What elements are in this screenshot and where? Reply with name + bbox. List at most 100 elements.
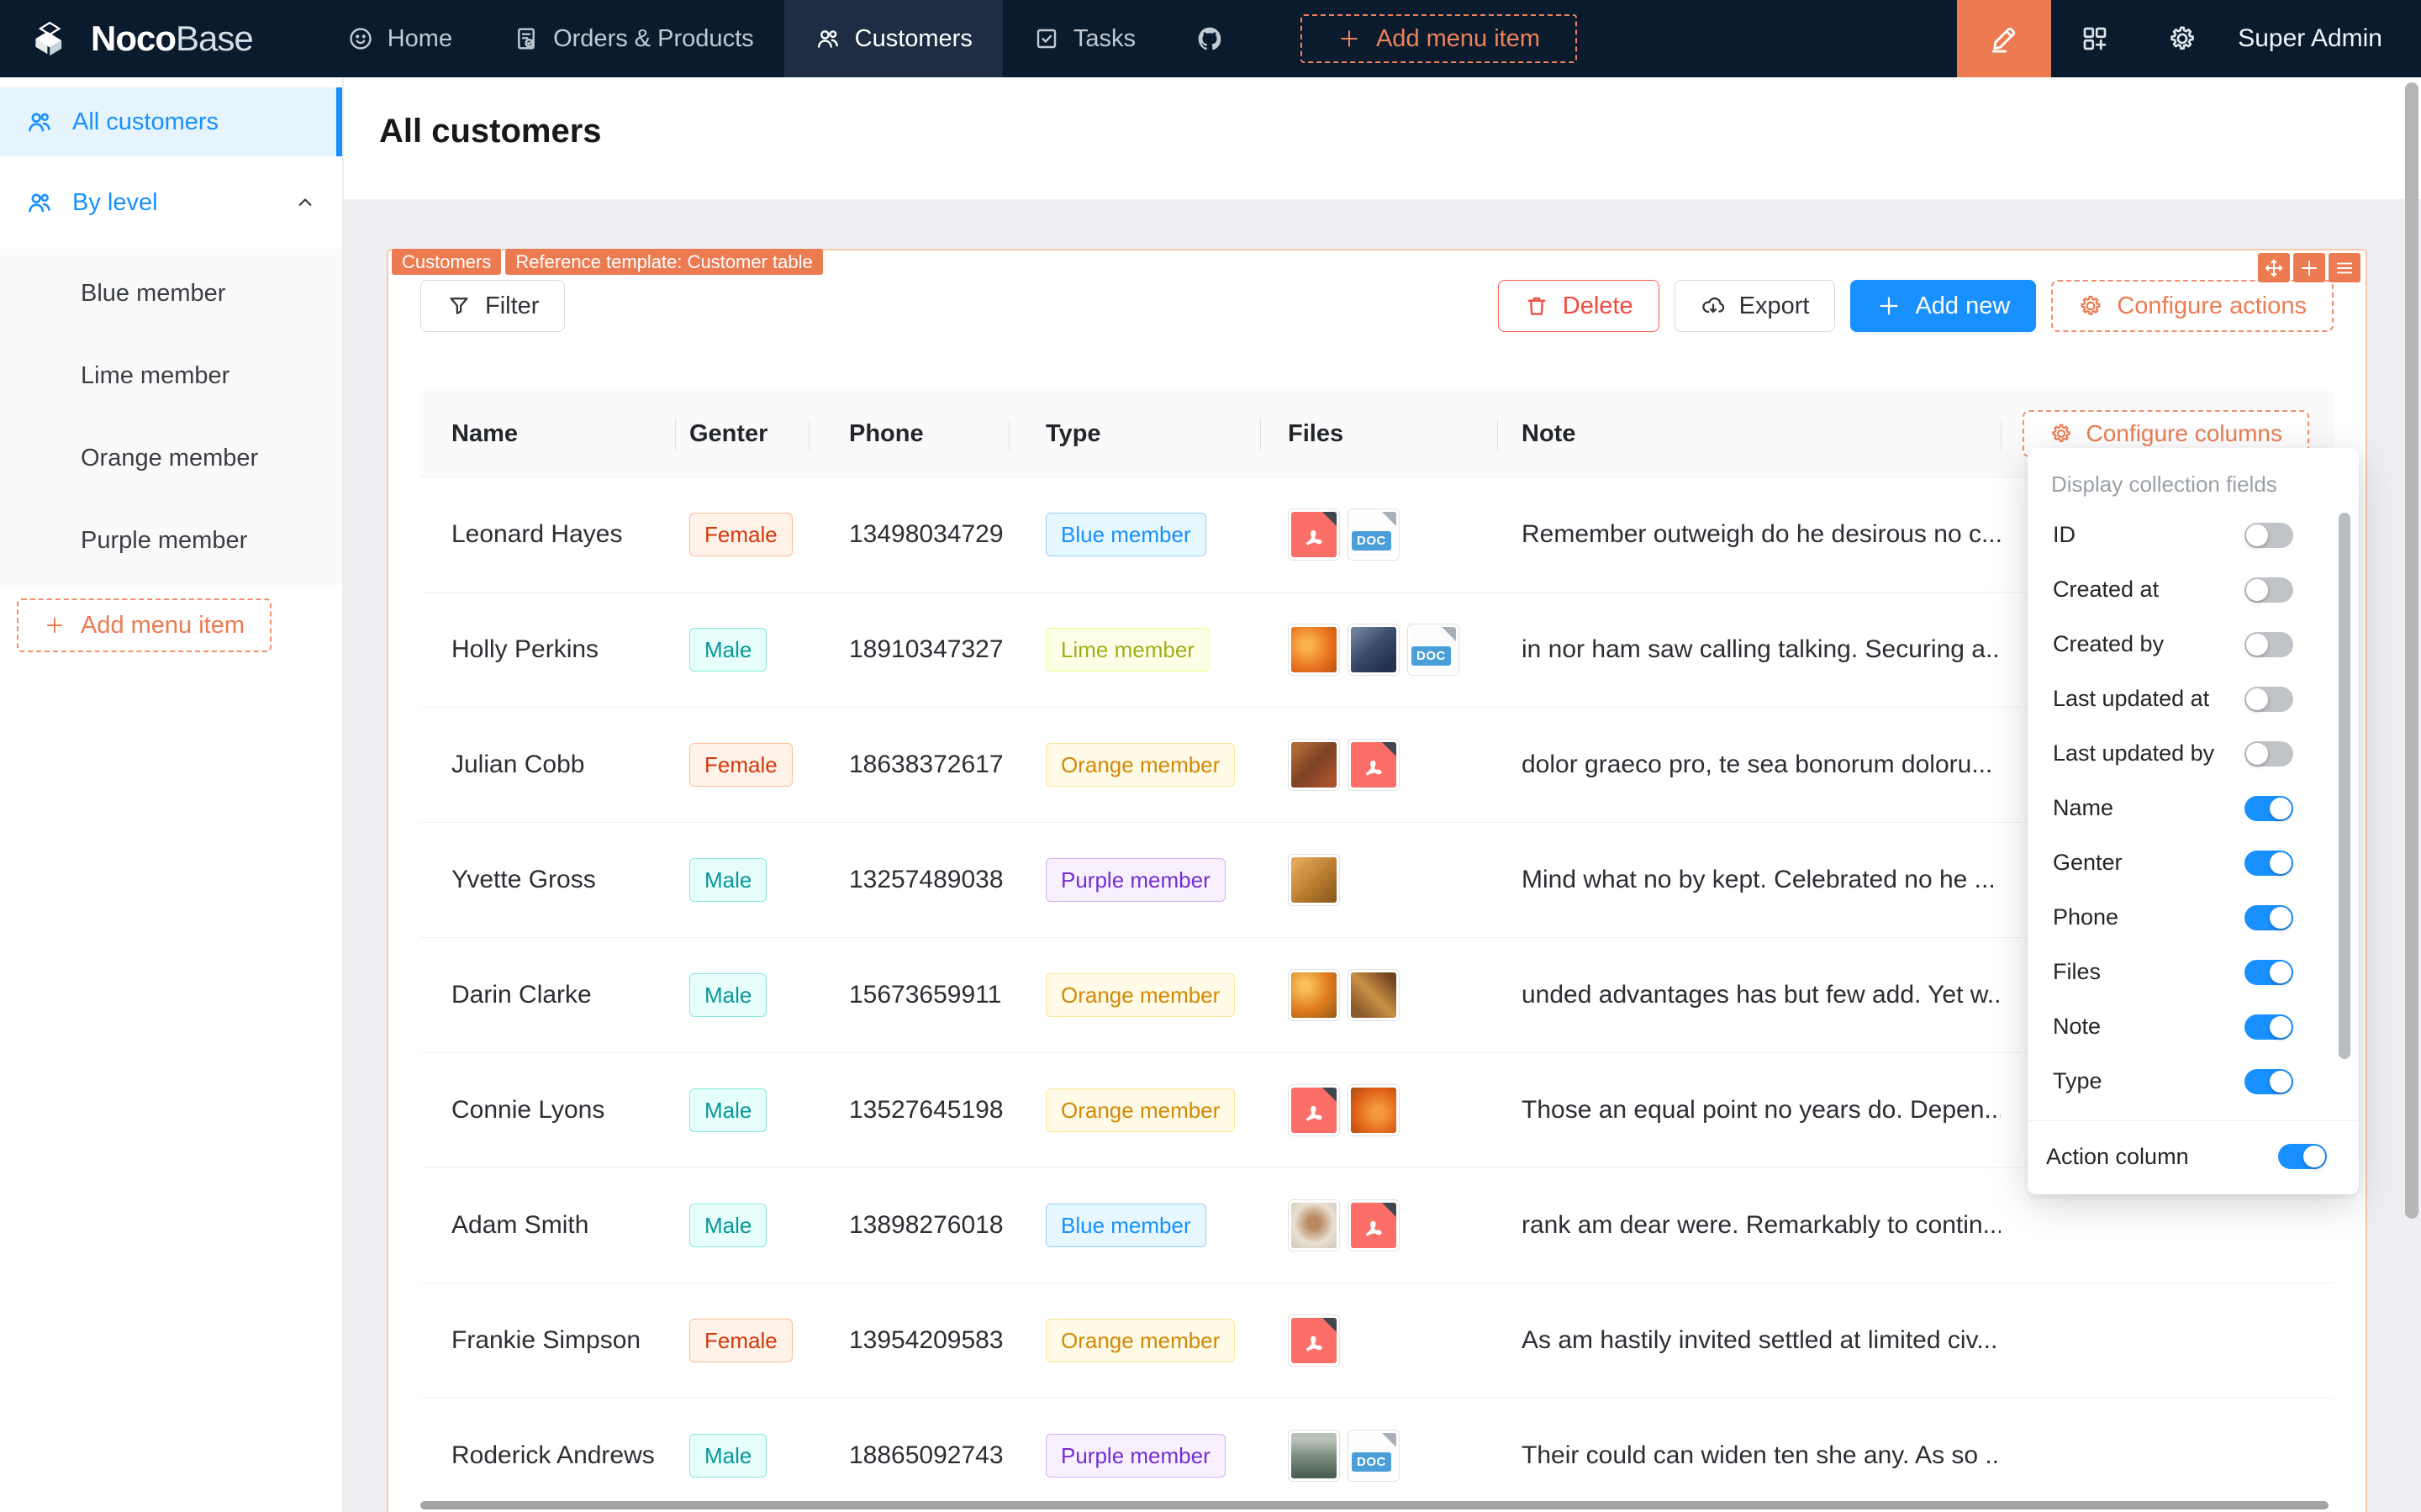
block-drag-handle[interactable]	[2258, 253, 2290, 282]
dropdown-scrollbar[interactable]	[2339, 513, 2350, 1059]
field-toggle-switch[interactable]	[2244, 632, 2293, 657]
table-horizontal-scrollbar[interactable]	[420, 1501, 2329, 1509]
filter-button[interactable]: Filter	[420, 280, 565, 332]
page-scrollbar[interactable]	[2405, 82, 2418, 1219]
add-new-button[interactable]: Add new	[1850, 280, 2036, 332]
cell-phone: 13257489038	[809, 866, 1009, 894]
sidebar-item-blue-member[interactable]: Blue member	[0, 252, 342, 335]
file-image-thumbnail[interactable]	[1348, 969, 1400, 1021]
action-column-toggle[interactable]	[2278, 1144, 2327, 1169]
brand-logo[interactable]: NocoBase	[29, 15, 253, 62]
field-toggle-switch[interactable]	[2244, 1014, 2293, 1040]
cell-note: Remember outweigh do he desirous no c...	[1497, 520, 2001, 549]
field-toggle-item-created-at[interactable]: Created at	[2028, 562, 2359, 617]
ui-editor-button[interactable]	[1957, 0, 2051, 77]
file-image-thumbnail[interactable]	[1288, 854, 1340, 906]
configure-actions-button[interactable]: Configure actions	[2051, 280, 2334, 332]
table-toolbar: Filter Delete Export Add new Configure	[420, 280, 2334, 332]
sidebar-item-purple-member[interactable]: Purple member	[0, 499, 342, 582]
nav-item-tasks[interactable]: Tasks	[1003, 0, 1166, 77]
cloud-download-icon	[1701, 293, 1726, 319]
field-toggle-switch[interactable]	[2244, 796, 2293, 821]
field-toggle-switch[interactable]	[2244, 1069, 2293, 1094]
gear-icon	[2167, 24, 2197, 54]
plugin-manager-button[interactable]	[2051, 0, 2139, 77]
member-type-badge: Orange member	[1046, 1088, 1235, 1132]
file-doc-thumbnail[interactable]: DOC	[1348, 508, 1400, 561]
delete-button[interactable]: Delete	[1498, 280, 1659, 332]
file-doc-thumbnail[interactable]: DOC	[1407, 624, 1459, 676]
member-type-badge: Purple member	[1046, 1434, 1226, 1478]
block-menu-button[interactable]	[2329, 253, 2360, 282]
file-image-thumbnail[interactable]	[1348, 1084, 1400, 1136]
field-toggle-switch[interactable]	[2244, 851, 2293, 876]
trash-icon	[1524, 293, 1549, 319]
field-toggle-item-note[interactable]: Note	[2028, 999, 2359, 1054]
export-button[interactable]: Export	[1675, 280, 1836, 332]
file-image-thumbnail[interactable]	[1288, 739, 1340, 791]
nav-add-menu-item-button[interactable]: Add menu item	[1300, 14, 1577, 63]
field-toggle-item-files[interactable]: Files	[2028, 945, 2359, 999]
cell-gender: Male	[675, 1088, 809, 1132]
nav-item-github[interactable]: GitHub	[1166, 0, 1253, 77]
file-image-thumbnail[interactable]	[1288, 1430, 1340, 1482]
file-image-thumbnail[interactable]	[1288, 624, 1340, 676]
file-doc-thumbnail[interactable]: DOC	[1348, 1430, 1400, 1482]
file-image-thumbnail[interactable]	[1348, 624, 1400, 676]
brand-name-light: Base	[176, 18, 253, 58]
file-pdf-thumbnail[interactable]	[1348, 1199, 1400, 1251]
file-pdf-thumbnail[interactable]	[1288, 1314, 1340, 1367]
sidebar-submenu: Blue memberLime memberOrange memberPurpl…	[0, 249, 342, 585]
block-tag: Reference template: Customer table	[505, 249, 822, 275]
nav-item-customers[interactable]: Customers	[784, 0, 1003, 77]
field-toggle-switch[interactable]	[2244, 523, 2293, 548]
sidebar-item-orange-member[interactable]: Orange member	[0, 417, 342, 499]
field-toggle-item-last-updated-by[interactable]: Last updated by	[2028, 726, 2359, 781]
field-toggle-switch[interactable]	[2244, 960, 2293, 985]
sidebar-item-lime-member[interactable]: Lime member	[0, 335, 342, 417]
nav-item-orders-products[interactable]: Orders & Products	[483, 0, 784, 77]
task-check-icon	[1033, 25, 1060, 52]
cell-phone: 13954209583	[809, 1326, 1009, 1355]
nav-item-home[interactable]: Home	[317, 0, 483, 77]
cell-gender: Male	[675, 973, 809, 1017]
dropdown-title: Display collection fields	[2051, 472, 2359, 498]
block-add-button[interactable]	[2293, 253, 2325, 282]
current-user-menu[interactable]: Super Admin	[2238, 24, 2382, 53]
field-toggle-item-name[interactable]: Name	[2028, 781, 2359, 835]
cell-name: Julian Cobb	[420, 751, 675, 779]
cell-phone: 18910347327	[809, 635, 1009, 664]
file-image-thumbnail[interactable]	[1288, 1199, 1340, 1251]
field-toggle-item-type[interactable]: Type	[2028, 1054, 2359, 1109]
field-toggle-item-genter[interactable]: Genter	[2028, 835, 2359, 890]
cell-name: Yvette Gross	[420, 866, 675, 894]
field-toggle-item-phone[interactable]: Phone	[2028, 890, 2359, 945]
field-toggle-item-last-updated-at[interactable]: Last updated at	[2028, 672, 2359, 726]
field-toggle-switch[interactable]	[2244, 741, 2293, 767]
block-tags: CustomersReference template: Customer ta…	[392, 249, 823, 275]
gear-icon	[2049, 422, 2073, 445]
field-toggle-item-id[interactable]: ID	[2028, 508, 2359, 562]
sidebar-item-by-level[interactable]: By level	[0, 168, 342, 237]
settings-button[interactable]	[2139, 0, 2226, 77]
cell-name: Darin Clarke	[420, 981, 675, 1009]
member-type-badge: Blue member	[1046, 1204, 1206, 1247]
sidebar-item-all-customers[interactable]: All customers	[0, 87, 342, 156]
cell-name: Adam Smith	[420, 1211, 675, 1240]
file-pdf-thumbnail[interactable]	[1348, 739, 1400, 791]
field-toggle-switch[interactable]	[2244, 905, 2293, 930]
file-image-thumbnail[interactable]	[1288, 969, 1340, 1021]
field-toggle-switch[interactable]	[2244, 687, 2293, 712]
cell-note: Their could can widen ten she any. As so…	[1497, 1441, 2001, 1470]
cell-phone: 15673659911	[809, 981, 1009, 1009]
sidebar-add-menu-item-button[interactable]: Add menu item	[17, 598, 272, 652]
plus-icon	[2298, 257, 2320, 279]
dropdown-action-column-item[interactable]: Action column	[2028, 1121, 2359, 1192]
field-toggle-switch[interactable]	[2244, 577, 2293, 603]
field-toggle-item-created-by[interactable]: Created by	[2028, 617, 2359, 672]
file-pdf-thumbnail[interactable]	[1288, 508, 1340, 561]
page-header: All customers	[344, 77, 2421, 199]
cell-type: Orange member	[1009, 1319, 1260, 1362]
nav-right: Super Admin	[1957, 0, 2421, 77]
file-pdf-thumbnail[interactable]	[1288, 1084, 1340, 1136]
